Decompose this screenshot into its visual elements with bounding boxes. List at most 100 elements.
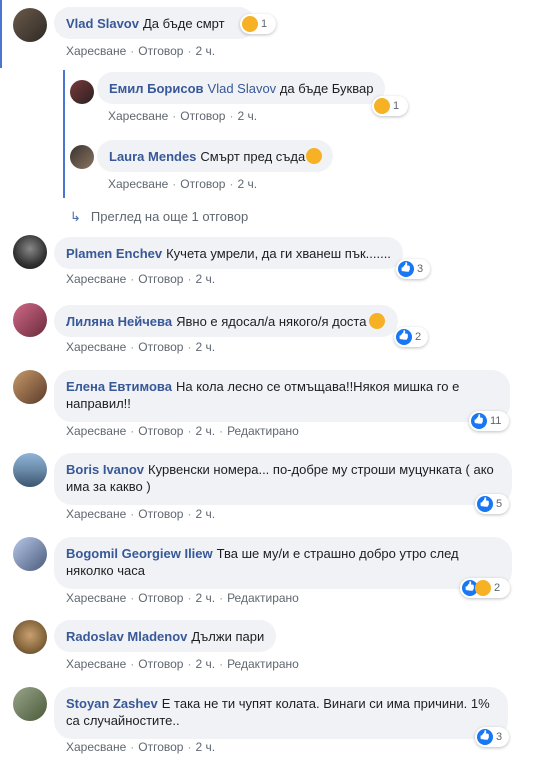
like-reaction-icon (396, 329, 412, 345)
like-link[interactable]: Харесване (66, 507, 126, 521)
comment-author[interactable]: Boris Ivanov (66, 462, 144, 477)
reply-link[interactable]: Отговор (138, 657, 183, 671)
comment-actions: Харесване · Отговор · 2 ч. (66, 507, 216, 521)
haha-reaction-icon (374, 98, 390, 114)
reply-link[interactable]: Отговор (138, 44, 183, 58)
like-reaction-icon (471, 413, 487, 429)
like-link[interactable]: Харесване (108, 109, 168, 123)
reaction-badge[interactable]: 2 (394, 327, 428, 347)
reaction-badge[interactable]: 1 (240, 14, 276, 34)
comment-bubble: Plamen Enchev Кучета умрели, да ги хванеш… (54, 237, 403, 269)
timestamp[interactable]: 2 ч. (195, 340, 215, 354)
reply-arrow-icon: ↳ (70, 209, 81, 224)
mention-link[interactable]: Vlad Slavov (208, 81, 277, 96)
avatar[interactable] (13, 370, 47, 404)
smile-emoji-icon (306, 148, 323, 164)
reply-author[interactable]: Laura Mendes (109, 149, 196, 164)
like-link[interactable]: Харесване (66, 44, 126, 58)
timestamp[interactable]: 2 ч. (195, 591, 215, 605)
comment-text: Да бъде смрт (142, 16, 225, 31)
reply-link[interactable]: Отговор (138, 740, 183, 754)
like-link[interactable]: Харесване (66, 272, 126, 286)
comment-author[interactable]: Лиляна Нейчева (66, 314, 172, 329)
comment-bubble: Vlad Slavov Да бъде смрт (54, 7, 255, 39)
sad-emoji-icon (369, 313, 386, 329)
reply-link[interactable]: Отговор (138, 272, 183, 286)
avatar[interactable] (13, 453, 47, 487)
timestamp[interactable]: 2 ч. (195, 740, 215, 754)
reply-thread-indicator (63, 70, 65, 198)
comment-actions: Харесване · Отговор · 2 ч. (66, 740, 216, 754)
comment-bubble: Boris Ivanov Курвенски номера... по-добре… (54, 453, 512, 505)
haha-reaction-icon (242, 16, 258, 32)
comment-actions: Харесване · Отговор · 2 ч. (66, 340, 216, 354)
timestamp[interactable]: 2 ч. (195, 272, 215, 286)
view-more-replies-link[interactable]: ↳ Преглед на още 1 отговор (70, 209, 248, 225)
comment-bubble: Stoyan Zashev Е така не ти чупят колата. … (54, 687, 508, 739)
avatar[interactable] (13, 687, 47, 721)
comment-bubble: Radoslav Mladenov Дължи пари (54, 620, 277, 652)
timestamp[interactable]: 2 ч. (195, 657, 215, 671)
like-link[interactable]: Харесване (66, 657, 126, 671)
comment-author[interactable]: Елена Евтимова (66, 379, 172, 394)
reaction-badge[interactable]: 5 (475, 494, 509, 514)
like-link[interactable]: Харесване (108, 177, 168, 191)
reply-link[interactable]: Отговор (138, 424, 183, 438)
like-reaction-icon (398, 261, 414, 277)
reaction-badge[interactable]: 3 (396, 259, 430, 279)
like-reaction-icon (477, 496, 493, 512)
avatar[interactable] (13, 620, 47, 654)
reply-author[interactable]: Емил Борисов (109, 81, 204, 96)
reply-link[interactable]: Отговор (180, 177, 225, 191)
like-link[interactable]: Харесване (66, 340, 126, 354)
comment-author[interactable]: Plamen Enchev (66, 246, 162, 261)
comment-author[interactable]: Vlad Slavov (66, 16, 139, 31)
sad-reaction-icon (475, 580, 491, 596)
comment-actions: Харесване · Отговор · 2 ч. · Редактирано (66, 591, 299, 605)
comment-actions: Харесване · Отговор · 2 ч. (66, 44, 216, 58)
avatar[interactable] (13, 303, 47, 337)
thread-indicator (0, 0, 2, 68)
edited-link[interactable]: Редактирано (227, 424, 299, 438)
comment-author[interactable]: Bogomil Georgiew Iliew (66, 546, 213, 561)
reply-actions: Харесване · Отговор · 2 ч. (108, 109, 258, 123)
reply-link[interactable]: Отговор (138, 507, 183, 521)
avatar[interactable] (13, 8, 47, 42)
like-link[interactable]: Харесване (66, 424, 126, 438)
reaction-badge[interactable]: 11 (469, 411, 509, 431)
timestamp[interactable]: 2 ч. (195, 507, 215, 521)
comment-actions: Харесване · Отговор · 2 ч. · Редактирано (66, 657, 299, 671)
timestamp[interactable]: 2 ч. (237, 177, 257, 191)
timestamp[interactable]: 2 ч. (195, 424, 215, 438)
reply-actions: Харесване · Отговор · 2 ч. (108, 177, 258, 191)
comment-actions: Харесване · Отговор · 2 ч. · Редактирано (66, 424, 299, 438)
timestamp[interactable]: 2 ч. (237, 109, 257, 123)
reply-link[interactable]: Отговор (138, 340, 183, 354)
like-reaction-icon (477, 729, 493, 745)
comment-bubble: Елена Евтимова На кола лесно се отмъщава!… (54, 370, 510, 422)
comment-author[interactable]: Radoslav Mladenov (66, 629, 187, 644)
like-link[interactable]: Харесване (66, 591, 126, 605)
like-link[interactable]: Харесване (66, 740, 126, 754)
reply-link[interactable]: Отговор (180, 109, 225, 123)
avatar[interactable] (13, 537, 47, 571)
comment-author[interactable]: Stoyan Zashev (66, 696, 158, 711)
reply-text: Смърт пред съда (200, 149, 306, 164)
comment-actions: Харесване · Отговор · 2 ч. (66, 272, 216, 286)
reply-bubble: Laura Mendes Смърт пред съда (97, 140, 334, 172)
reply-text: да бъде Буквар (279, 81, 374, 96)
comment-text: Дължи пари (191, 629, 265, 644)
reply-link[interactable]: Отговор (138, 591, 183, 605)
reaction-badge[interactable]: 1 (372, 96, 408, 116)
reply-bubble: Емил Борисов Vlad Slavov да бъде Буквар (97, 72, 386, 104)
avatar[interactable] (70, 145, 94, 169)
edited-link[interactable]: Редактирано (227, 657, 299, 671)
timestamp[interactable]: 2 ч. (195, 44, 215, 58)
avatar[interactable] (13, 235, 47, 269)
reaction-badge[interactable]: 2 (460, 578, 510, 598)
comment-text: Явно е ядосал/а някого/я доста (176, 314, 367, 329)
comment-bubble: Bogomil Georgiew Iliew Тва ше му/и е стра… (54, 537, 512, 589)
edited-link[interactable]: Редактирано (227, 591, 299, 605)
reaction-badge[interactable]: 3 (475, 727, 509, 747)
avatar[interactable] (70, 80, 94, 104)
